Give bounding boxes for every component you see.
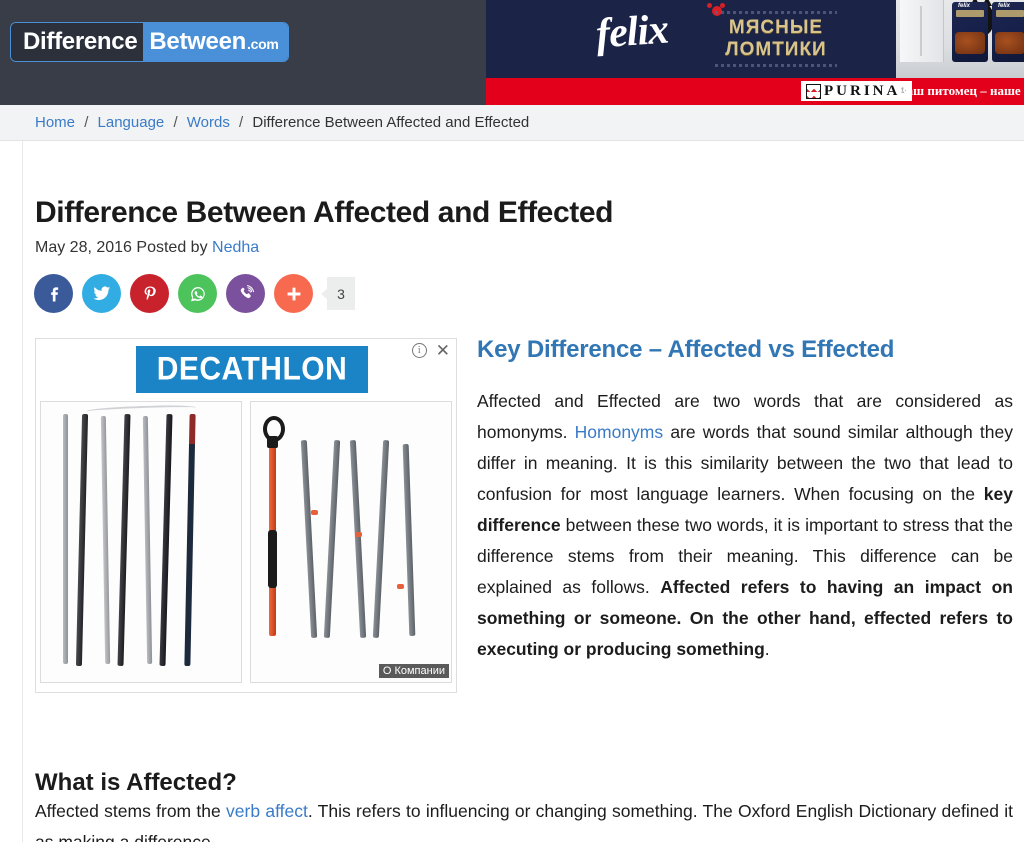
header-ad-banner[interactable]: felix МЯСНЫЕ ЛОМТИКИ felix felix PURINA … (486, 0, 1024, 105)
ad-product-image-right[interactable]: О Компании (250, 401, 452, 683)
purina-checker-icon (806, 83, 821, 99)
ad-rule-bottom (715, 64, 837, 67)
pouch-food-graphic (955, 32, 985, 54)
byline: May 28, 2016 Posted by Nedha (35, 239, 259, 257)
product-pouch: felix (952, 2, 988, 62)
header-ad-copy: МЯСНЫЕ ЛОМТИКИ (711, 8, 841, 70)
pouch-label (996, 10, 1024, 17)
share-button-addthis[interactable] (274, 274, 313, 313)
breadcrumb: Home / Language / Words / Difference Bet… (35, 114, 529, 131)
decathlon-logo: DECATHLON (136, 346, 368, 393)
sec-text-a: Affected stems from the (35, 801, 227, 821)
page-title: Difference Between Affected and Effected (35, 196, 614, 230)
page-body: Difference Between Affected and Effected… (0, 141, 1024, 842)
ad-rule-top (715, 11, 837, 14)
header-ad-line2: ЛОМТИКИ (725, 39, 827, 60)
breadcrumb-separator: / (84, 114, 89, 131)
breadcrumb-item-home[interactable]: Home (35, 114, 75, 131)
content-container: Difference Between Affected and Effected… (22, 141, 1024, 842)
what-is-affected-paragraph: Affected stems from the verb affect. Thi… (35, 796, 1013, 842)
what-is-affected-heading: What is Affected? (35, 768, 237, 796)
post-date: May 28, 2016 (35, 239, 132, 256)
breadcrumb-separator: / (173, 114, 178, 131)
pouch-food-graphic (995, 32, 1024, 54)
breadcrumb-separator: / (239, 114, 244, 131)
pouch-brand-mark: felix (958, 3, 971, 9)
homonyms-link[interactable]: Homonyms (575, 422, 664, 442)
inline-ad-body: О Компании (36, 401, 456, 689)
logo-text-between: Between .com (143, 23, 289, 61)
close-icon[interactable]: ✕ (436, 342, 450, 359)
product-pouch: felix (992, 2, 1024, 62)
logo-dotcom: .com (247, 36, 279, 52)
share-bar: 3 (34, 274, 355, 313)
key-difference-heading: Key Difference – Affected vs Effected (477, 336, 895, 363)
inline-ad-header: DECATHLON i ✕ (36, 339, 456, 401)
header-ad-line1: МЯСНЫЕ (728, 17, 824, 38)
header-ad-footer-bar: PURINA ® Ваш питомец – наше (486, 78, 1024, 105)
felix-brand-logo: felix (594, 6, 670, 58)
ad-product-image-left[interactable] (40, 401, 242, 683)
breadcrumb-item-language[interactable]: Language (98, 114, 165, 131)
key-difference-paragraph: Affected and Effected are two words that… (477, 386, 1013, 665)
share-button-facebook[interactable] (34, 274, 73, 313)
purina-wordmark: PURINA (824, 82, 901, 99)
decathlon-wordmark: DECATHLON (156, 351, 348, 387)
ad-watermark: О Компании (378, 664, 449, 678)
share-button-whatsapp[interactable] (178, 274, 217, 313)
adchoices-info-icon[interactable]: i (411, 343, 427, 358)
article-right-column: Key Difference – Affected vs Effected Af… (477, 336, 1013, 665)
share-button-pinterest[interactable] (130, 274, 169, 313)
site-header: Difference Between .com felix МЯСНЫЕ ЛОМ… (0, 0, 1024, 105)
pouch-brand-mark: felix (998, 3, 1011, 9)
share-button-viber[interactable] (226, 274, 265, 313)
pouch-label (956, 10, 984, 17)
posted-by-label: Posted by (136, 239, 208, 256)
fridge-graphic (900, 0, 944, 62)
header-ad-tagline: Ваш питомец – наше (898, 83, 1021, 98)
verb-affect-link[interactable]: verb affect (226, 801, 308, 821)
share-count-badge: 3 (321, 277, 355, 310)
author-link[interactable]: Nedha (212, 239, 259, 256)
share-button-twitter[interactable] (82, 274, 121, 313)
breadcrumb-item-current: Difference Between Affected and Effected (252, 114, 530, 131)
inline-advertisement[interactable]: DECATHLON i ✕ О Компании (35, 338, 457, 693)
site-logo[interactable]: Difference Between .com (10, 22, 290, 62)
breadcrumb-item-words[interactable]: Words (187, 114, 230, 131)
kd-text-d: . (764, 639, 770, 659)
breadcrumb-bar: Home / Language / Words / Difference Bet… (0, 105, 1024, 141)
ad-controls: i ✕ (411, 342, 450, 359)
purina-logo: PURINA ® (801, 81, 912, 101)
logo-between-word: Between (149, 28, 246, 55)
header-ad-product-photo: felix felix (896, 0, 1024, 78)
logo-text-difference: Difference (11, 23, 144, 61)
